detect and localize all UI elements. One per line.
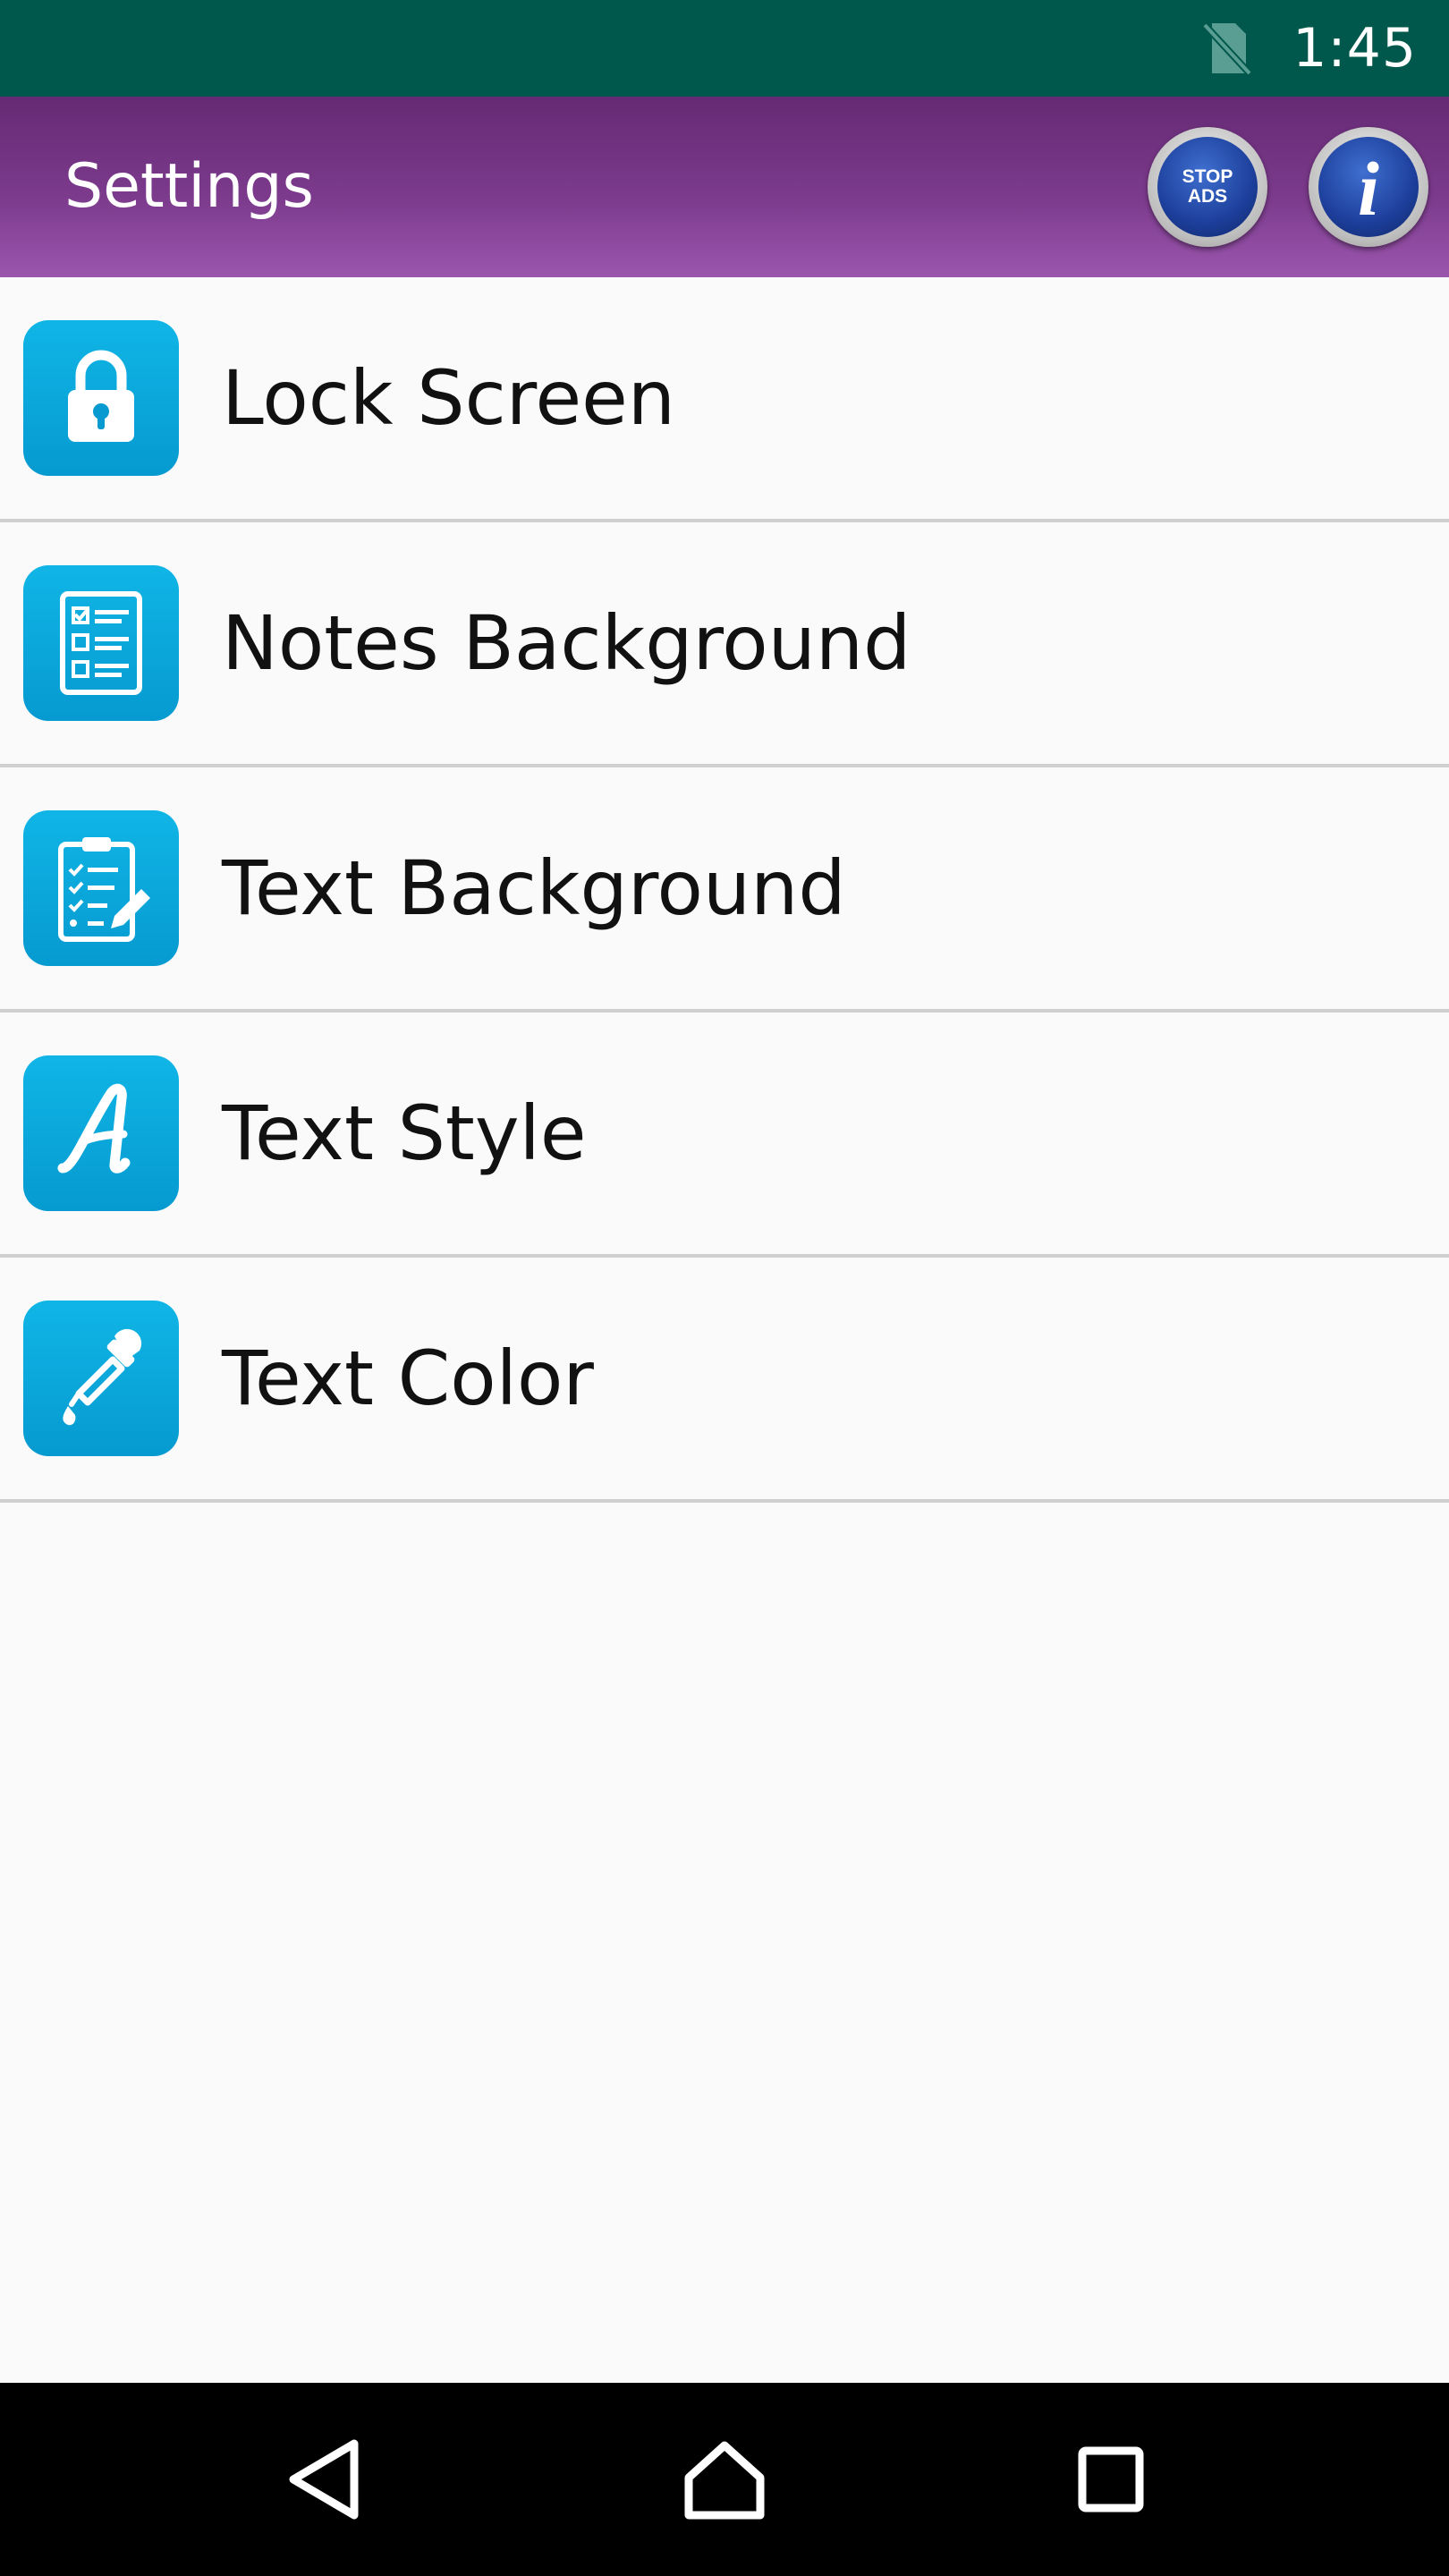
settings-item-text-background[interactable]: Text Background — [0, 767, 1449, 1013]
no-sim-icon — [1202, 22, 1253, 76]
settings-item-label: Text Style — [222, 1089, 587, 1177]
settings-item-text-color[interactable]: Text Color — [0, 1258, 1449, 1503]
page-title: Settings — [64, 151, 314, 222]
settings-item-label: Text Color — [222, 1335, 594, 1422]
settings-item-label: Notes Background — [222, 599, 911, 687]
info-button[interactable]: i — [1309, 127, 1428, 247]
stop-ads-label: STOP ADS — [1182, 166, 1233, 207]
stop-ads-button[interactable]: STOP ADS — [1148, 127, 1267, 247]
lock-icon — [23, 320, 179, 476]
clipboard-pencil-icon — [23, 810, 179, 966]
script-letter-icon — [23, 1055, 179, 1211]
settings-item-notes-background[interactable]: Notes Background — [0, 522, 1449, 767]
status-clock: 1:45 — [1292, 17, 1417, 80]
navigation-bar — [0, 2383, 1449, 2576]
home-icon[interactable] — [680, 2435, 769, 2524]
app-bar: Settings STOP ADS i — [0, 97, 1449, 277]
stop-ads-icon: STOP ADS — [1157, 137, 1258, 237]
info-glyph: i — [1358, 146, 1379, 232]
checklist-icon — [23, 565, 179, 721]
settings-item-label: Lock Screen — [222, 354, 676, 442]
settings-item-text-style[interactable]: Text Style — [0, 1013, 1449, 1258]
back-triangle-icon[interactable] — [279, 2435, 369, 2524]
status-bar: 1:45 — [0, 0, 1449, 97]
settings-list: Lock Screen Notes Background Text Backgr… — [0, 277, 1449, 1503]
settings-item-lock-screen[interactable]: Lock Screen — [0, 277, 1449, 522]
eyedropper-icon — [23, 1301, 179, 1456]
settings-item-label: Text Background — [222, 844, 846, 932]
recents-square-icon[interactable] — [1066, 2435, 1156, 2524]
info-icon: i — [1318, 137, 1419, 237]
